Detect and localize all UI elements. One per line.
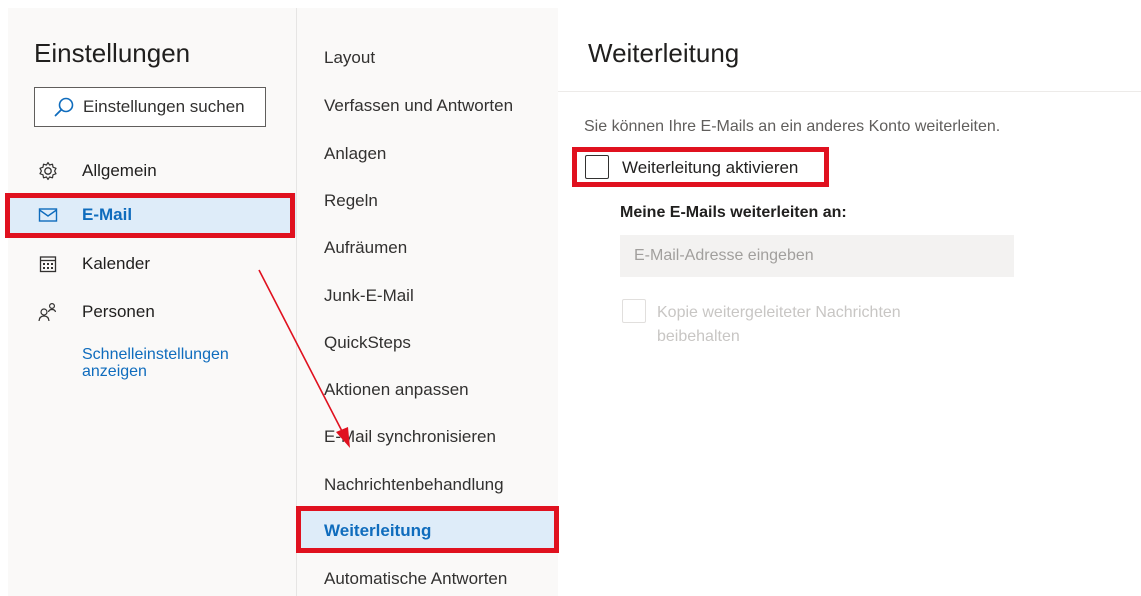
- annotation-arrow: [258, 269, 350, 448]
